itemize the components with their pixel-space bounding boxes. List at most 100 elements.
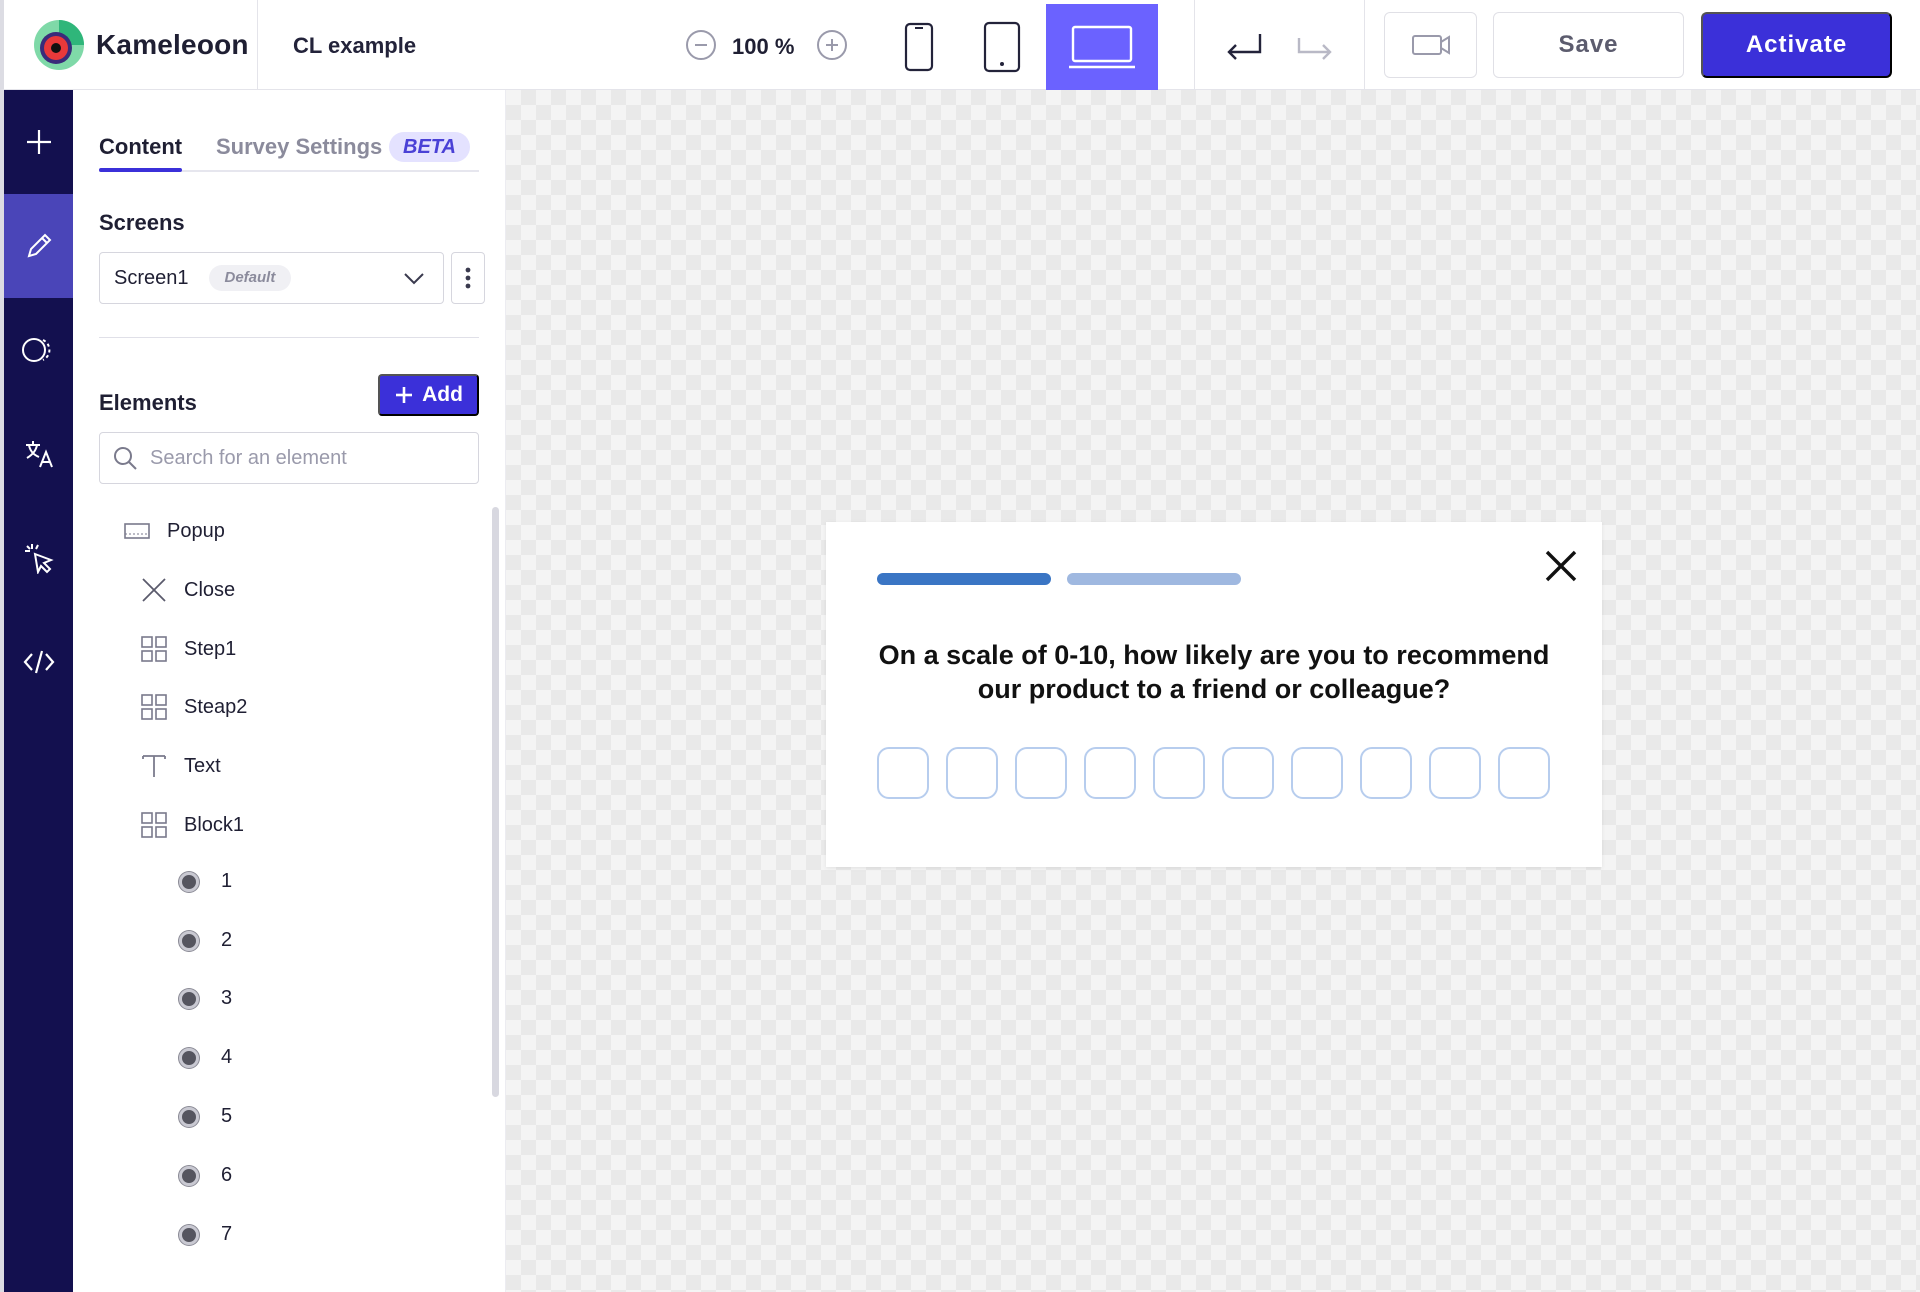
nps-option[interactable]	[1222, 747, 1274, 799]
tree-item-steap2[interactable]: Steap2	[140, 693, 247, 721]
element-search-input[interactable]: Search for an element	[99, 432, 479, 484]
radio-icon	[179, 988, 199, 1009]
tree-item-label: 6	[221, 1164, 233, 1186]
default-badge: Default	[208, 265, 292, 291]
tree-item-block1[interactable]: Block1	[140, 811, 244, 839]
nps-option[interactable]	[1084, 747, 1136, 799]
add-label: Add	[422, 383, 463, 406]
nps-scale	[877, 747, 1550, 799]
tree-item-step1[interactable]: Step1	[140, 635, 236, 663]
rail-edit-button[interactable]	[4, 194, 73, 298]
radio-icon	[179, 1165, 199, 1186]
zoom-level: 100 %	[732, 34, 795, 59]
logo[interactable]: Kameleoon	[8, 0, 258, 90]
plus-circle-icon	[826, 39, 838, 51]
survey-question: On a scale of 0-10, how likely are you t…	[878, 640, 1550, 704]
popup-icon	[123, 517, 151, 545]
tree-item-text[interactable]: Text	[140, 752, 221, 780]
device-tablet-button[interactable]	[946, 4, 1058, 90]
left-rail	[0, 90, 73, 1292]
radio-icon	[179, 871, 199, 892]
rail-targeting-button[interactable]	[4, 298, 73, 402]
translate-icon	[25, 441, 53, 468]
undo-icon	[1227, 34, 1262, 60]
nps-option[interactable]	[1291, 747, 1343, 799]
tree-item-label: Text	[184, 754, 221, 777]
nps-option[interactable]	[946, 747, 998, 799]
rail-translate-button[interactable]	[4, 402, 73, 506]
popup-close-button[interactable]	[1541, 546, 1581, 586]
plus-icon	[26, 130, 51, 154]
rail-click-button[interactable]	[4, 506, 73, 610]
tree-item-option[interactable]: 6	[179, 1164, 232, 1187]
tree-item-label: Block1	[184, 813, 245, 836]
zoom-out-button[interactable]	[686, 30, 716, 60]
toolbar-divider	[1194, 0, 1195, 90]
beta-badge: BETA	[389, 132, 470, 162]
survey-popup[interactable]: On a scale of 0-10, how likely are you t…	[826, 522, 1602, 867]
nps-option[interactable]	[1498, 747, 1550, 799]
save-button[interactable]: Save	[1493, 12, 1684, 78]
active-tab-indicator	[99, 168, 182, 172]
zoom-in-button[interactable]	[817, 30, 847, 60]
tree-item-close[interactable]: Close	[140, 576, 235, 604]
video-preview-icon	[1411, 35, 1450, 55]
tree-item-popup[interactable]: Popup	[123, 517, 225, 545]
tree-item-label: 1	[221, 870, 233, 892]
pencil-icon	[27, 233, 51, 258]
activate-button[interactable]: Activate	[1701, 12, 1892, 78]
screen-more-button[interactable]	[451, 252, 485, 304]
plus-icon	[396, 387, 413, 403]
progress-step-active	[877, 573, 1051, 585]
editor-panel: Content Survey Settings BETA Screens Scr…	[73, 90, 506, 1292]
tree-item-option[interactable]: 4	[179, 1046, 232, 1069]
kameleoon-logo-icon	[32, 18, 86, 72]
device-desktop-button[interactable]	[1046, 4, 1158, 90]
more-vertical-icon	[465, 267, 471, 289]
nps-option[interactable]	[1360, 747, 1412, 799]
screen-select-value: Screen1	[114, 266, 189, 289]
tab-content[interactable]: Content	[99, 134, 182, 160]
radio-icon	[179, 1047, 199, 1068]
preview-button[interactable]	[1384, 12, 1477, 78]
grid-icon	[140, 635, 168, 663]
chevron-down-icon	[404, 273, 424, 285]
mobile-icon	[904, 22, 934, 72]
undo-button[interactable]	[1219, 25, 1269, 65]
nps-option[interactable]	[1429, 747, 1481, 799]
nps-option[interactable]	[1153, 747, 1205, 799]
code-icon	[23, 650, 54, 674]
screen-select[interactable]: Screen1 Default	[99, 252, 444, 304]
grid-icon	[140, 693, 168, 721]
rail-code-button[interactable]	[4, 610, 73, 714]
tab-survey-settings[interactable]: Survey Settings	[216, 134, 382, 160]
cursor-click-icon	[24, 544, 54, 574]
close-icon	[1545, 550, 1577, 582]
redo-icon	[1297, 38, 1332, 60]
radio-icon	[179, 1224, 199, 1245]
search-icon	[114, 447, 137, 470]
logo-text: Kameleoon	[96, 29, 249, 60]
rail-add-button[interactable]	[4, 90, 73, 194]
tree-item-option[interactable]: 5	[179, 1105, 232, 1128]
progress-step-inactive	[1067, 573, 1241, 585]
nps-option[interactable]	[877, 747, 929, 799]
desktop-icon	[1069, 25, 1135, 69]
search-placeholder: Search for an element	[150, 446, 347, 469]
add-element-button[interactable]: Add	[378, 374, 479, 416]
toolbar-divider	[1364, 0, 1365, 90]
tree-item-option[interactable]: 3	[179, 987, 232, 1010]
tree-item-label: 4	[221, 1046, 233, 1068]
toggle-icon	[21, 338, 50, 362]
tree-item-option[interactable]: 1	[179, 870, 232, 893]
tree-scrollbar[interactable]	[492, 507, 499, 1097]
tree-item-label: Popup	[167, 519, 225, 542]
tree-item-label: 2	[221, 929, 233, 951]
tree-item-option[interactable]: 2	[179, 929, 232, 952]
tree-item-label: Close	[184, 578, 236, 601]
tree-item-option[interactable]: 7	[179, 1223, 232, 1246]
redo-button[interactable]	[1290, 25, 1340, 65]
section-divider	[99, 337, 479, 338]
nps-option[interactable]	[1015, 747, 1067, 799]
radio-icon	[179, 930, 199, 951]
